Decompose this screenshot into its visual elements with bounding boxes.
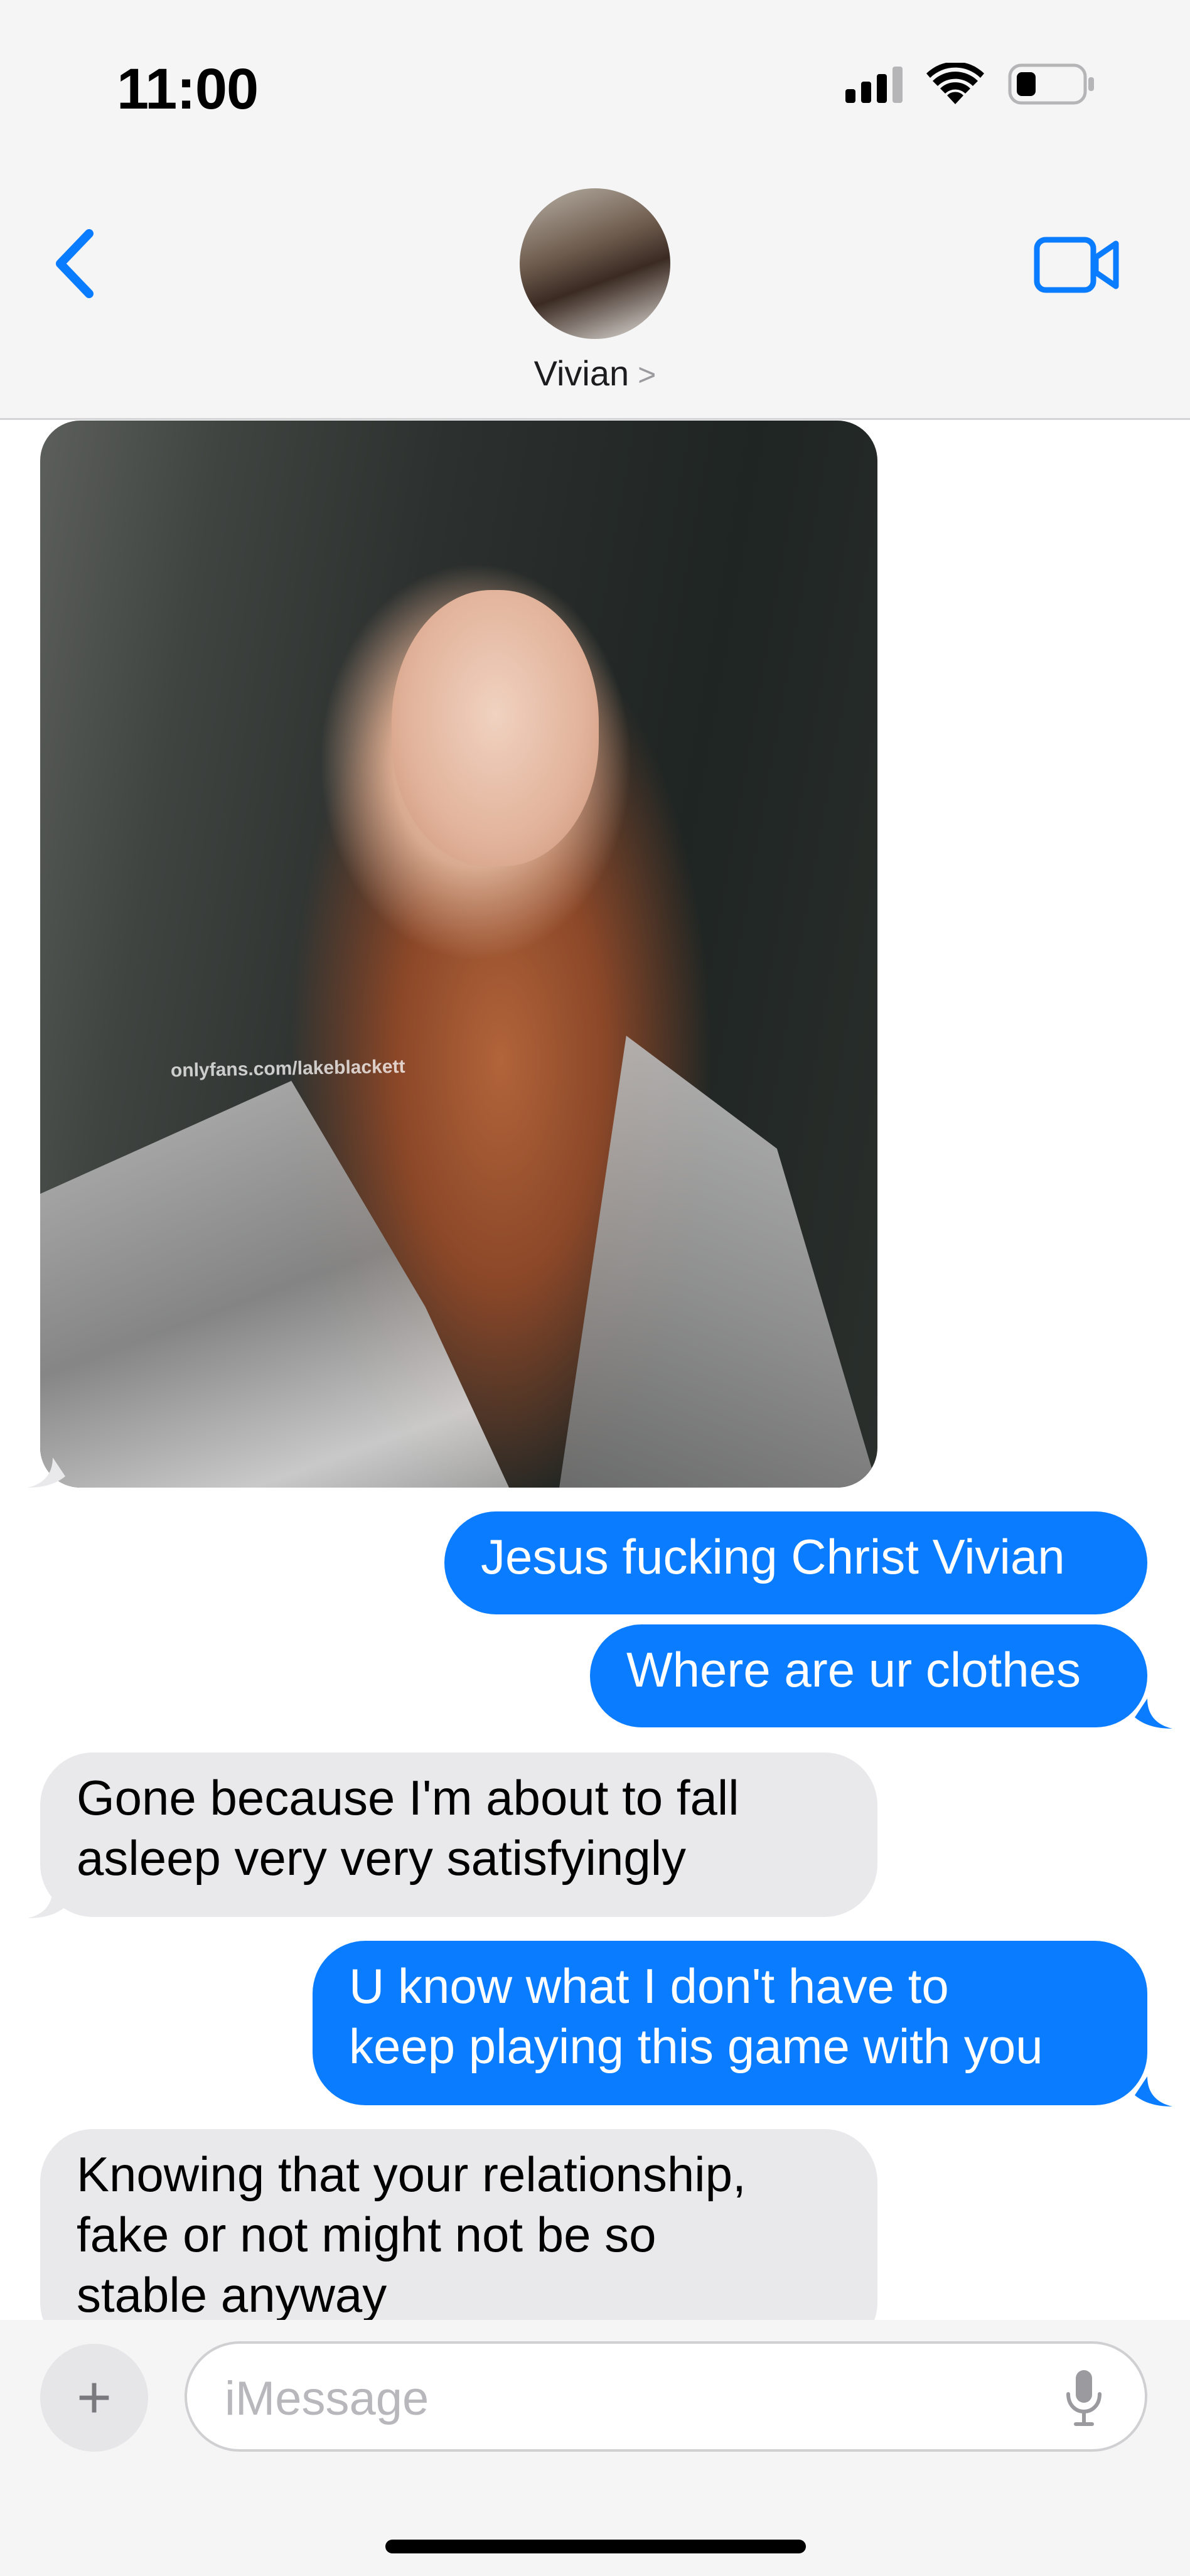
contact-name-button[interactable]: Vivian > bbox=[0, 353, 1190, 394]
photo-message[interactable]: onlyfans.com/lakeblackett bbox=[40, 421, 877, 1488]
message-list[interactable]: onlyfans.com/lakeblackett Jesus fucking … bbox=[0, 418, 1190, 2320]
battery-icon bbox=[1008, 63, 1096, 105]
home-indicator[interactable] bbox=[385, 2540, 806, 2553]
chevron-right-icon: > bbox=[638, 357, 657, 392]
contact-name: Vivian bbox=[533, 353, 630, 393]
photo-watermark: onlyfans.com/lakeblackett bbox=[170, 1056, 405, 1081]
message-field[interactable] bbox=[185, 2341, 1147, 2452]
message-bubble-received[interactable]: Gone because I'm about to fall asleep ve… bbox=[40, 1752, 877, 1917]
add-attachment-button[interactable]: + bbox=[40, 2344, 148, 2452]
video-camera-icon bbox=[1034, 237, 1119, 293]
cellular-signal-icon bbox=[845, 65, 903, 103]
wifi-icon bbox=[926, 63, 984, 105]
bubble-tail bbox=[28, 1457, 65, 1488]
status-icons bbox=[845, 63, 1096, 105]
bubble-tail bbox=[28, 1888, 65, 1918]
bubble-tail bbox=[1135, 2076, 1172, 2106]
avatar[interactable] bbox=[520, 188, 670, 339]
input-bar: + bbox=[0, 2320, 1190, 2576]
microphone-icon bbox=[1066, 2370, 1102, 2426]
status-bar: 11:00 bbox=[0, 0, 1190, 163]
conversation-header: Vivian > bbox=[0, 163, 1190, 420]
message-bubble-sent[interactable]: Where are ur clothes bbox=[590, 1624, 1147, 1727]
message-bubble-sent[interactable]: Jesus fucking Christ Vivian bbox=[444, 1511, 1147, 1614]
dictation-button[interactable] bbox=[1062, 2366, 1106, 2429]
message-bubble-sent[interactable]: U know what I don't have to keep playing… bbox=[313, 1941, 1147, 2105]
chevron-left-icon bbox=[56, 229, 94, 298]
bubble-tail bbox=[1135, 1699, 1172, 1729]
message-bubble-received[interactable]: Knowing that your relationship, fake or … bbox=[40, 2129, 877, 2320]
message-input[interactable] bbox=[223, 2366, 1042, 2430]
video-call-button[interactable] bbox=[1033, 233, 1121, 296]
status-time: 11:00 bbox=[117, 57, 259, 121]
back-button[interactable] bbox=[50, 226, 100, 301]
